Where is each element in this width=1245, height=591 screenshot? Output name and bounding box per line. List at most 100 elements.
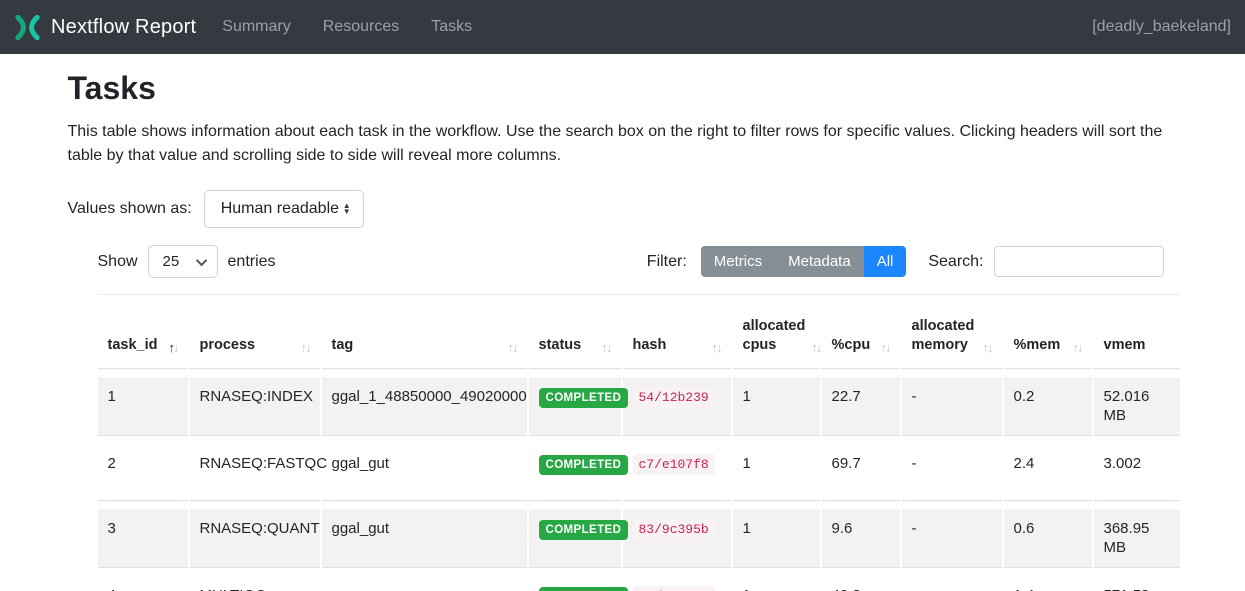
page-title: Tasks bbox=[68, 70, 1178, 107]
column-header[interactable]: %cpu ↑↓ bbox=[821, 295, 901, 369]
header-row: task_id ↑↓ process ↑↓ tag ↑↓ status ↑↓ h… bbox=[98, 295, 1180, 369]
cell-task-id: 3 bbox=[98, 501, 189, 568]
filter-label: Filter: bbox=[647, 253, 687, 271]
filter-button[interactable]: Metrics bbox=[701, 246, 775, 277]
nav-link[interactable]: Tasks bbox=[431, 18, 472, 36]
cell-allocated-cpus: 1 bbox=[732, 369, 821, 436]
cell-task-id: 1 bbox=[98, 369, 189, 436]
column-header[interactable]: status ↑↓ bbox=[528, 295, 622, 369]
sort-icon: ↑↓ bbox=[706, 340, 721, 355]
cell-status: COMPLETED bbox=[528, 369, 622, 436]
search-input[interactable] bbox=[994, 246, 1164, 277]
cell-allocated-memory: - bbox=[901, 436, 1003, 501]
cell-status: COMPLETED bbox=[528, 436, 622, 501]
status-badge: COMPLETED bbox=[539, 587, 629, 591]
cell-pct-mem: 2.4 bbox=[1003, 436, 1093, 501]
cell-vmem: 52.016 MB bbox=[1093, 369, 1180, 436]
table-row: 4 MULTIQC - COMPLETED 94/c235e1 1 42.8 -… bbox=[98, 568, 1180, 591]
hash-code: c7/e107f8 bbox=[633, 454, 715, 475]
filter-button[interactable]: All bbox=[864, 246, 907, 277]
cell-hash: 54/12b239 bbox=[622, 369, 732, 436]
cell-tag: - bbox=[321, 568, 528, 591]
sort-icon: ↑↓ bbox=[1067, 340, 1082, 355]
column-header[interactable]: process ↑↓ bbox=[189, 295, 321, 369]
table-row: 3 RNASEQ:QUANT ggal_gut COMPLETED 83/9c3… bbox=[98, 501, 1180, 568]
sort-icon: ↑↓ bbox=[805, 340, 820, 355]
filter-button[interactable]: Metadata bbox=[775, 246, 864, 277]
entries-length-select[interactable]: 25 bbox=[148, 245, 218, 278]
column-header[interactable]: vmem ↑↓ bbox=[1093, 295, 1180, 369]
cell-task-id: 4 bbox=[98, 568, 189, 591]
sort-icon: ↑↓ bbox=[163, 340, 178, 355]
navbar-links: Summary Resources Tasks bbox=[222, 18, 1092, 36]
tasks-tbody: 1 RNASEQ:INDEX ggal_1_48850000_49020000 … bbox=[98, 369, 1180, 591]
cell-status: COMPLETED bbox=[528, 568, 622, 591]
cell-pct-mem: 0.6 bbox=[1003, 501, 1093, 568]
table-row: 2 RNASEQ:FASTQC ggal_gut COMPLETED c7/e1… bbox=[98, 436, 1180, 501]
entries-label: entries bbox=[228, 253, 276, 271]
status-badge: COMPLETED bbox=[539, 455, 629, 475]
column-header[interactable]: allocated memory ↑↓ bbox=[901, 295, 1003, 369]
chevron-down-icon bbox=[195, 254, 206, 265]
show-label: Show bbox=[98, 253, 138, 271]
hash-code: 54/12b239 bbox=[633, 387, 715, 408]
column-header[interactable]: tag ↑↓ bbox=[321, 295, 528, 369]
run-name: [deadly_baekeland] bbox=[1092, 18, 1231, 36]
column-header[interactable]: %mem ↑↓ bbox=[1003, 295, 1093, 369]
search-label: Search: bbox=[928, 253, 983, 271]
cell-allocated-memory: - bbox=[901, 369, 1003, 436]
table-row: 1 RNASEQ:INDEX ggal_1_48850000_49020000 … bbox=[98, 369, 1180, 436]
page-description: This table shows information about each … bbox=[68, 120, 1178, 168]
cell-process: RNASEQ:QUANT bbox=[189, 501, 321, 568]
filter-button-group: Metrics Metadata All bbox=[701, 246, 907, 277]
cell-pct-cpu: 42.8 bbox=[821, 568, 901, 591]
cell-task-id: 2 bbox=[98, 436, 189, 501]
values-shown-label: Values shown as: bbox=[68, 200, 192, 218]
sort-icon: ↑↓ bbox=[875, 340, 890, 355]
cell-tag: ggal_1_48850000_49020000 bbox=[321, 369, 528, 436]
cell-pct-cpu: 22.7 bbox=[821, 369, 901, 436]
cell-allocated-memory: - bbox=[901, 568, 1003, 591]
cell-vmem: 368.95 MB bbox=[1093, 501, 1180, 568]
navbar-brand[interactable]: Nextflow Report bbox=[14, 14, 196, 41]
sort-icon: ↑↓ bbox=[977, 340, 992, 355]
values-shown-select[interactable]: Human readable ▲▼ bbox=[204, 190, 364, 228]
nextflow-logo-icon bbox=[14, 14, 41, 41]
tasks-table: task_id ↑↓ process ↑↓ tag ↑↓ status ↑↓ h… bbox=[98, 295, 1180, 591]
cell-allocated-memory: - bbox=[901, 501, 1003, 568]
cell-allocated-cpus: 1 bbox=[732, 501, 821, 568]
cell-tag: ggal_gut bbox=[321, 436, 528, 501]
hash-code: 94/c235e1 bbox=[633, 586, 715, 591]
sort-icon: ↑↓ bbox=[502, 340, 517, 355]
cell-process: RNASEQ:FASTQC bbox=[189, 436, 321, 501]
cell-status: COMPLETED bbox=[528, 501, 622, 568]
column-header[interactable]: allocated cpus ↑↓ bbox=[732, 295, 821, 369]
status-badge: COMPLETED bbox=[539, 520, 629, 540]
cell-allocated-cpus: 1 bbox=[732, 436, 821, 501]
cell-hash: 83/9c395b bbox=[622, 501, 732, 568]
column-header[interactable]: hash ↑↓ bbox=[622, 295, 732, 369]
values-shown-selected: Human readable bbox=[221, 200, 339, 218]
select-updown-icon: ▲▼ bbox=[343, 203, 351, 215]
entries-length-selected: 25 bbox=[163, 253, 180, 270]
cell-pct-mem: 0.2 bbox=[1003, 369, 1093, 436]
cell-vmem: 571.58 MB bbox=[1093, 568, 1180, 591]
top-navbar: Nextflow Report Summary Resources Tasks … bbox=[0, 0, 1245, 54]
nav-link[interactable]: Resources bbox=[323, 18, 399, 36]
column-header[interactable]: task_id ↑↓ bbox=[98, 295, 189, 369]
sort-icon: ↑↓ bbox=[295, 340, 310, 355]
nav-link[interactable]: Summary bbox=[222, 18, 290, 36]
cell-process: RNASEQ:INDEX bbox=[189, 369, 321, 436]
tasks-table-scroll-area[interactable]: task_id ↑↓ process ↑↓ tag ↑↓ status ↑↓ h… bbox=[98, 294, 1180, 591]
cell-hash: 94/c235e1 bbox=[622, 568, 732, 591]
cell-allocated-cpus: 1 bbox=[732, 568, 821, 591]
cell-pct-mem: 1.4 bbox=[1003, 568, 1093, 591]
sort-icon: ↑↓ bbox=[596, 340, 611, 355]
cell-pct-cpu: 69.7 bbox=[821, 436, 901, 501]
brand-title: Nextflow Report bbox=[51, 16, 196, 39]
status-badge: COMPLETED bbox=[539, 388, 629, 408]
cell-process: MULTIQC bbox=[189, 568, 321, 591]
cell-pct-cpu: 9.6 bbox=[821, 501, 901, 568]
cell-hash: c7/e107f8 bbox=[622, 436, 732, 501]
cell-vmem: 3.002 bbox=[1093, 436, 1180, 501]
